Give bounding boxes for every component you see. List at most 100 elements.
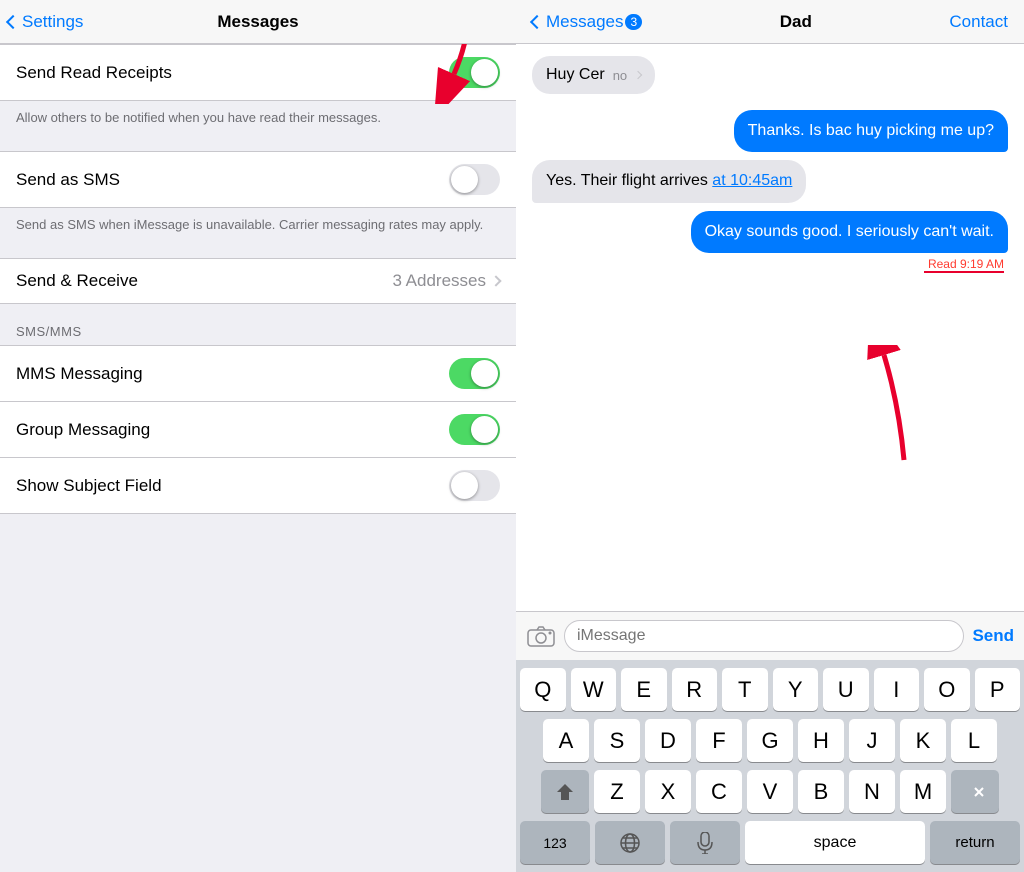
messages-back-button[interactable]: Messages 3 [532, 12, 642, 32]
send-as-sms-item[interactable]: Send as SMS [0, 152, 516, 207]
camera-icon[interactable] [526, 624, 556, 648]
key-y[interactable]: Y [773, 668, 819, 711]
send-read-receipts-toggle[interactable] [449, 57, 500, 88]
messages-list: Huy Cer no Thanks. Is bac huy picking me… [516, 44, 1024, 611]
messages-nav-bar: Messages 3 Dad Contact [516, 0, 1024, 44]
key-w[interactable]: W [571, 668, 617, 711]
send-as-sms-toggle[interactable] [449, 164, 500, 195]
partial-chevron-icon [634, 71, 642, 79]
toggle-thumb-mms [471, 360, 498, 387]
messages-back-label: Messages [546, 12, 623, 32]
send-receive-chevron-icon [490, 276, 501, 287]
mic-icon [697, 832, 713, 854]
key-u[interactable]: U [823, 668, 869, 711]
toggle-thumb [471, 59, 498, 86]
key-q[interactable]: Q [520, 668, 566, 711]
key-h[interactable]: H [798, 719, 844, 762]
send-as-sms-description: Send as SMS when iMessage is unavailable… [0, 208, 516, 242]
messages-back-chevron-icon [530, 14, 544, 28]
shift-key[interactable] [541, 770, 589, 813]
mms-messaging-toggle[interactable] [449, 358, 500, 389]
space-key[interactable]: space [745, 821, 925, 864]
message-input[interactable] [564, 620, 964, 652]
group-messaging-toggle[interactable] [449, 414, 500, 445]
contact-button[interactable]: Contact [949, 12, 1008, 32]
input-area-wrapper: Send [516, 611, 1024, 660]
settings-title: Messages [217, 12, 298, 32]
mms-messaging-item[interactable]: MMS Messaging [0, 346, 516, 402]
key-x[interactable]: X [645, 770, 691, 813]
back-chevron-icon [6, 14, 20, 28]
bubble-text-outgoing-2: Okay sounds good. I seriously can't wait… [705, 223, 994, 240]
mms-messaging-label: MMS Messaging [16, 364, 143, 384]
globe-key[interactable] [595, 821, 665, 864]
key-r[interactable]: R [672, 668, 718, 711]
key-e[interactable]: E [621, 668, 667, 711]
delete-key[interactable] [951, 770, 999, 813]
message-row-outgoing-1: Thanks. Is bac huy picking me up? [532, 110, 1008, 152]
key-v[interactable]: V [747, 770, 793, 813]
bubble-text-incoming-1: Yes. Their flight arrives [546, 172, 712, 189]
send-receive-group: Send & Receive 3 Addresses [0, 258, 516, 304]
delete-icon [963, 783, 987, 801]
key-i[interactable]: I [874, 668, 920, 711]
key-o[interactable]: O [924, 668, 970, 711]
numbers-key[interactable]: 123 [520, 821, 590, 864]
send-as-sms-group: Send as SMS [0, 151, 516, 208]
group-messaging-item[interactable]: Group Messaging [0, 402, 516, 458]
show-subject-field-toggle[interactable] [449, 470, 500, 501]
keyboard-row-1: Q W E R T Y U I O P [520, 668, 1020, 711]
keyboard-row-2: A S D F G H J K L [520, 719, 1020, 762]
key-g[interactable]: G [747, 719, 793, 762]
send-button[interactable]: Send [972, 626, 1014, 646]
settings-content: Send Read Receipts Allow others to be no… [0, 44, 516, 872]
key-m[interactable]: M [900, 770, 946, 813]
camera-svg [527, 625, 555, 647]
key-k[interactable]: K [900, 719, 946, 762]
key-b[interactable]: B [798, 770, 844, 813]
partial-message-row: Huy Cer no [532, 52, 1008, 102]
key-c[interactable]: C [696, 770, 742, 813]
key-z[interactable]: Z [594, 770, 640, 813]
key-f[interactable]: F [696, 719, 742, 762]
settings-back-button[interactable]: Settings [8, 12, 83, 32]
read-receipt-text: Read 9:19 AM [928, 257, 1004, 271]
messages-panel: Messages 3 Dad Contact Huy Cer no Thanks… [516, 0, 1024, 872]
settings-panel: Settings Messages Send Read Receipts [0, 0, 516, 872]
message-row-incoming-1: Yes. Their flight arrives at 10:45am [532, 160, 1008, 202]
key-p[interactable]: P [975, 668, 1021, 711]
send-as-sms-group-wrap: Send as SMS [0, 151, 516, 208]
key-s[interactable]: S [594, 719, 640, 762]
send-read-receipts-group: Send Read Receipts [0, 44, 516, 101]
key-a[interactable]: A [543, 719, 589, 762]
partial-bubble-text: Huy Cer [546, 66, 605, 84]
flight-link[interactable]: at 10:45am [712, 172, 792, 189]
show-subject-field-label: Show Subject Field [16, 476, 162, 496]
messages-title: Dad [780, 12, 812, 32]
send-read-receipts-item[interactable]: Send Read Receipts [0, 45, 516, 100]
return-key[interactable]: return [930, 821, 1020, 864]
send-as-sms-label: Send as SMS [16, 170, 120, 190]
settings-nav-bar: Settings Messages [0, 0, 516, 44]
toggle-thumb-sms [451, 166, 478, 193]
smsmms-group: MMS Messaging Group Messaging Show Subje… [0, 345, 516, 514]
send-receive-value-text: 3 Addresses [392, 271, 486, 291]
key-l[interactable]: L [951, 719, 997, 762]
bubble-text-outgoing-1: Thanks. Is bac huy picking me up? [748, 122, 994, 139]
partial-time: no [613, 68, 627, 83]
key-d[interactable]: D [645, 719, 691, 762]
shift-icon [555, 782, 575, 802]
show-subject-field-item[interactable]: Show Subject Field [0, 458, 516, 513]
key-t[interactable]: T [722, 668, 768, 711]
send-receive-item[interactable]: Send & Receive 3 Addresses [0, 259, 516, 303]
partial-bubble: Huy Cer no [532, 56, 655, 94]
key-n[interactable]: N [849, 770, 895, 813]
mic-key[interactable] [670, 821, 740, 864]
group-messaging-label: Group Messaging [16, 420, 150, 440]
keyboard: Q W E R T Y U I O P A S D F G H J K L [516, 660, 1024, 872]
messages-badge: 3 [625, 14, 642, 30]
key-j[interactable]: J [849, 719, 895, 762]
send-receive-label: Send & Receive [16, 271, 138, 291]
message-row-outgoing-2: Okay sounds good. I seriously can't wait… [532, 211, 1008, 253]
toggle-thumb-group [471, 416, 498, 443]
